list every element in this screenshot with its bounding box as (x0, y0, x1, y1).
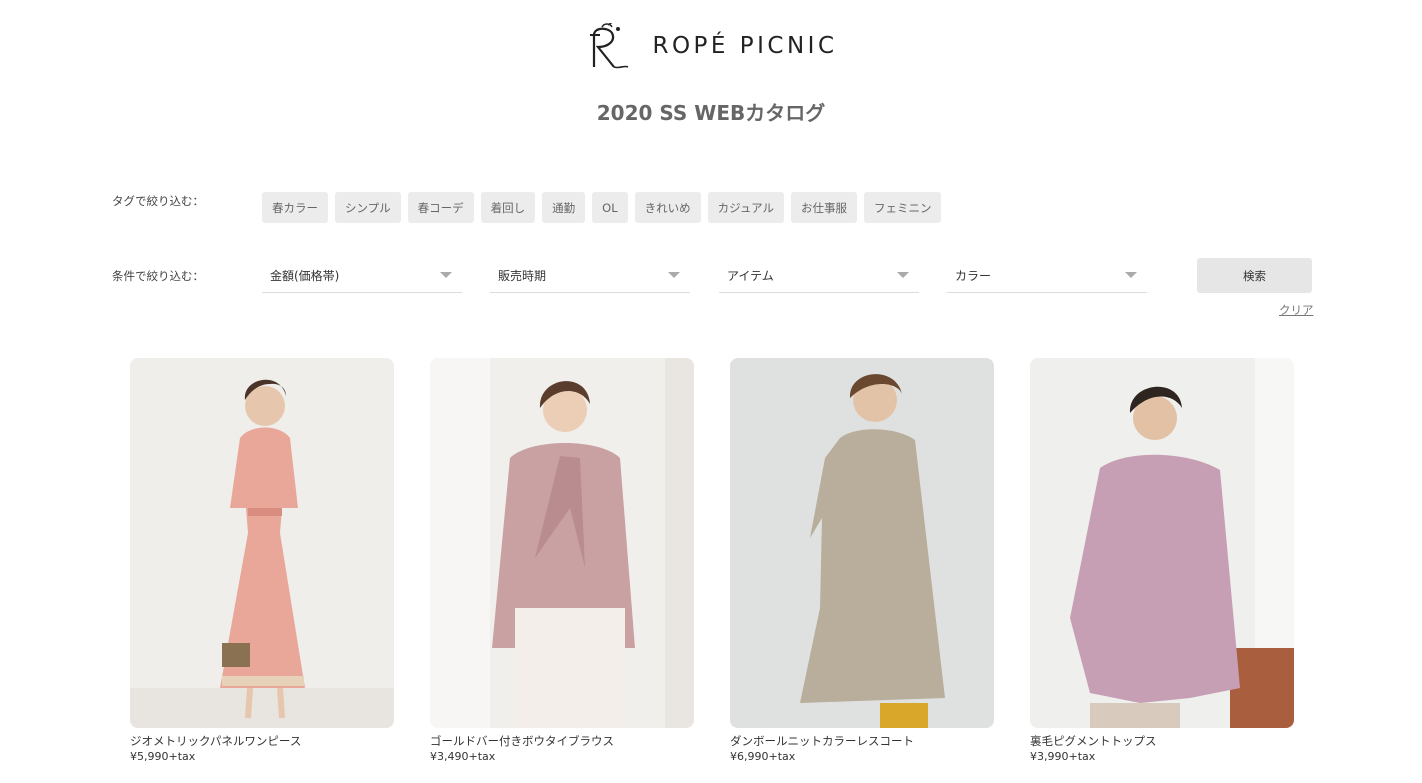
sale-period-select[interactable]: 販売時期 (490, 258, 690, 293)
product-name[interactable]: ゴールドバー付きボウタイブラウス (430, 733, 694, 749)
chevron-down-icon (1125, 272, 1137, 278)
search-button[interactable]: 検索 (1197, 258, 1312, 293)
model-photo-blouse (430, 358, 694, 728)
condition-filter-label: 条件で絞り込む： (112, 269, 204, 283)
page-title: 2020 SS WEBカタログ (596, 101, 826, 125)
product-card[interactable]: ダンボールニットカラーレスコート ¥6,990+tax (730, 358, 994, 765)
chevron-down-icon (668, 272, 680, 278)
tag-feminine[interactable]: フェミニン (863, 192, 942, 223)
price-range-select-value: 金額(価格帯) (270, 268, 340, 283)
chevron-down-icon (897, 272, 909, 278)
brand-logo[interactable]: ROPÉ PICNIC (0, 22, 1422, 70)
color-select[interactable]: カラー (947, 258, 1147, 293)
product-photo[interactable] (130, 358, 394, 728)
tag-filter-list: 春カラー シンプル 春コーデ 着回し 通勤 OL きれいめ カジュアル お仕事服… (262, 192, 942, 223)
brand-name: ROPÉ PICNIC (652, 33, 838, 59)
product-grid: ジオメトリックパネルワンピース ¥5,990+tax ゴールドバー付きボウタイブ… (130, 358, 1294, 765)
item-select[interactable]: アイテム (719, 258, 919, 293)
color-select-value: カラー (955, 268, 992, 283)
product-photo[interactable] (730, 358, 994, 728)
product-name[interactable]: ジオメトリックパネルワンピース (130, 733, 394, 749)
product-price: ¥5,990+tax (130, 750, 196, 763)
price-range-select[interactable]: 金額(価格帯) (262, 258, 462, 293)
tag-oshigoto[interactable]: お仕事服 (790, 192, 857, 223)
product-photo[interactable] (1030, 358, 1294, 728)
product-card[interactable]: ジオメトリックパネルワンピース ¥5,990+tax (130, 358, 394, 765)
chevron-down-icon (440, 272, 452, 278)
model-photo-dress (130, 358, 394, 728)
product-name[interactable]: 裏毛ピグメントトップス (1030, 733, 1294, 749)
tag-ol[interactable]: OL (592, 192, 628, 223)
product-photo[interactable] (430, 358, 694, 728)
tag-kireime[interactable]: きれいめ (634, 192, 701, 223)
product-price: ¥6,990+tax (730, 750, 796, 763)
product-card[interactable]: 裏毛ピグメントトップス ¥3,990+tax (1030, 358, 1294, 765)
clear-link[interactable]: クリア (1279, 302, 1314, 318)
tag-casual[interactable]: カジュアル (707, 192, 784, 223)
model-photo-coat (730, 358, 994, 728)
product-price: ¥3,490+tax (430, 750, 496, 763)
tag-haru-coordinate[interactable]: 春コーデ (407, 192, 474, 223)
rope-picnic-monogram-icon (590, 23, 629, 69)
tag-kimawashi[interactable]: 着回し (480, 192, 536, 223)
sale-period-select-value: 販売時期 (498, 268, 547, 283)
tag-haru-color[interactable]: 春カラー (262, 192, 328, 223)
tag-simple[interactable]: シンプル (335, 192, 401, 223)
tag-filter-label: タグで絞り込む： (112, 194, 204, 208)
tag-tsukin[interactable]: 通勤 (542, 192, 586, 223)
product-price: ¥3,990+tax (1030, 750, 1096, 763)
product-card[interactable]: ゴールドバー付きボウタイブラウス ¥3,490+tax (430, 358, 694, 765)
model-photo-sweatshirt (1030, 358, 1294, 728)
item-select-value: アイテム (727, 268, 774, 283)
product-name[interactable]: ダンボールニットカラーレスコート (730, 733, 994, 749)
